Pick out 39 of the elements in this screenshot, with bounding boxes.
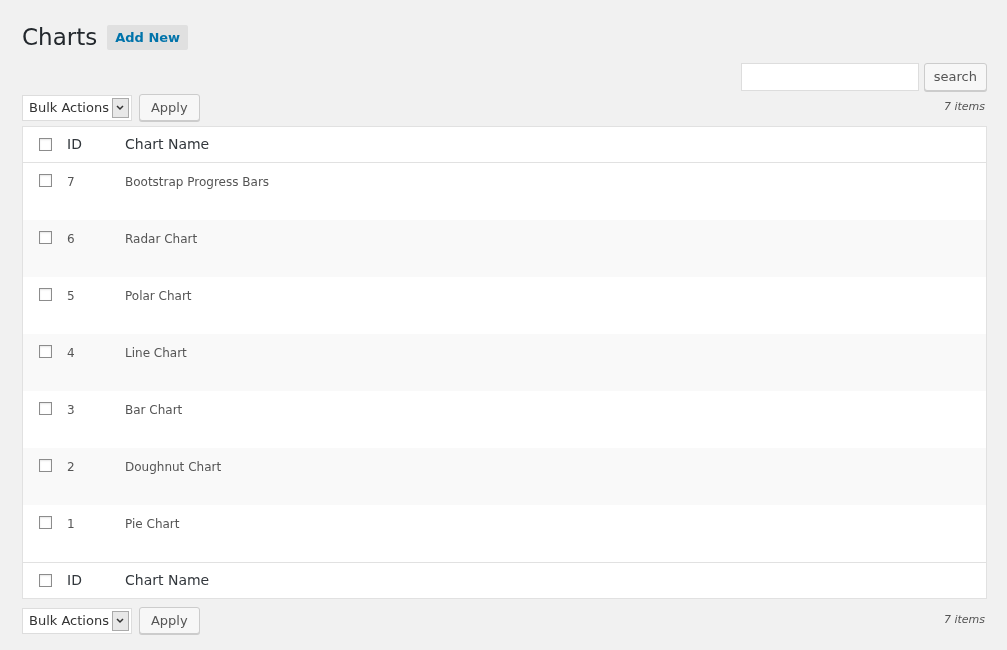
chart-name-cell-text: Pie Chart <box>125 515 180 533</box>
bulk-actions-dropdown[interactable]: Bulk Actions <box>22 607 132 634</box>
search-field[interactable] <box>740 62 919 91</box>
checkbox[interactable] <box>38 573 52 587</box>
chart-name-cell-text: Bootstrap Progress Bars <box>125 173 270 191</box>
checkbox[interactable] <box>38 173 52 187</box>
checkbox[interactable] <box>38 230 52 244</box>
checkbox[interactable] <box>38 137 52 151</box>
checkbox[interactable] <box>38 287 52 301</box>
checkbox[interactable] <box>38 458 52 472</box>
apply-button[interactable]: Apply <box>138 94 200 121</box>
chart-name-cell-text: Polar Chart <box>125 287 192 305</box>
id-cell-text: 1 <box>67 515 76 533</box>
checkbox[interactable] <box>38 515 52 529</box>
page-title: Charts <box>22 23 98 52</box>
id-cell-text: 7 <box>67 173 76 191</box>
apply-button[interactable]: Apply <box>138 607 200 634</box>
id-cell-text: 2 <box>67 458 76 476</box>
column-header[interactable]: ID <box>67 569 125 591</box>
id-cell-text: 4 <box>67 344 76 362</box>
search-button[interactable]: search <box>923 62 987 91</box>
bulk-actions-dropdown[interactable]: Bulk Actions <box>22 94 132 121</box>
add-new-button[interactable]: Add New <box>107 24 189 50</box>
checkbox[interactable] <box>38 401 52 415</box>
id-cell-text: 6 <box>67 230 76 248</box>
chart-name-cell-text: Line Chart <box>125 344 187 362</box>
column-header[interactable]: ID <box>67 133 125 155</box>
item-count: 7 items <box>943 99 986 116</box>
item-count: 7 items <box>943 612 986 629</box>
chart-name-cell-text: Bar Chart <box>125 401 183 419</box>
dropdown-caret-icon <box>111 97 129 118</box>
checkbox[interactable] <box>38 344 52 358</box>
column-header[interactable]: Chart Name <box>125 569 210 591</box>
id-cell-text: 5 <box>67 287 76 305</box>
chart-name-cell-text: Doughnut Chart <box>125 458 222 476</box>
dropdown-caret-icon <box>111 610 129 631</box>
id-cell-text: 3 <box>67 401 76 419</box>
column-header[interactable]: Chart Name <box>125 133 210 155</box>
chart-name-cell-text: Radar Chart <box>125 230 198 248</box>
